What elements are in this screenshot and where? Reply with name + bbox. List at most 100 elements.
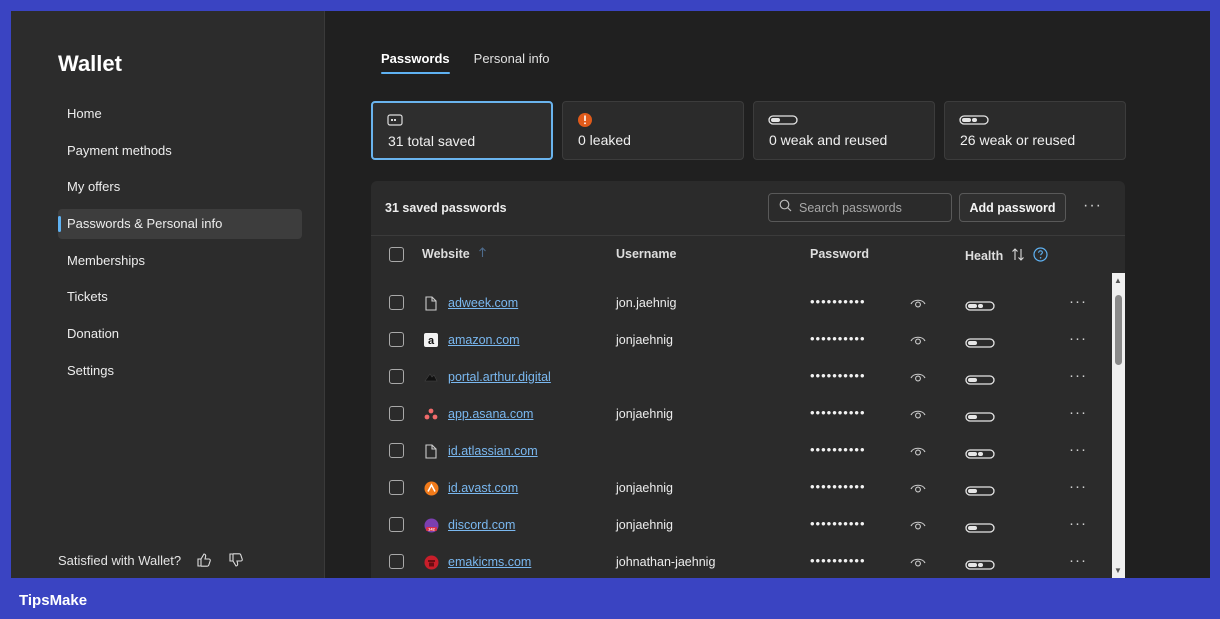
row-more-icon[interactable]: ···	[1069, 478, 1087, 495]
row-checkbox[interactable]	[389, 332, 404, 347]
column-website[interactable]: Website	[422, 247, 487, 261]
password-cell: ••••••••••	[810, 516, 866, 531]
row-checkbox[interactable]	[389, 443, 404, 458]
eye-icon[interactable]	[910, 444, 926, 462]
thumbs-down-icon[interactable]	[227, 551, 245, 569]
row-checkbox[interactable]	[389, 406, 404, 421]
card-leaked[interactable]: 0 leaked	[562, 101, 744, 160]
table-row[interactable]: app.asana.com jonjaehnig •••••••••• ···	[371, 396, 1111, 433]
eye-icon[interactable]	[910, 518, 926, 536]
health-bar-icon	[965, 557, 995, 575]
sidebar-item-payment-methods[interactable]: Payment methods	[58, 136, 302, 166]
eye-icon[interactable]	[910, 333, 926, 351]
row-checkbox[interactable]	[389, 554, 404, 569]
table-row[interactable]: id.atlassian.com •••••••••• ···	[371, 433, 1111, 470]
scroll-down-icon[interactable]: ▼	[1114, 566, 1122, 575]
avast-icon	[423, 480, 439, 496]
tab-personal-info[interactable]: Personal info	[474, 51, 550, 74]
card-weak-and-reused[interactable]: 0 weak and reused	[753, 101, 935, 160]
row-checkbox[interactable]	[389, 517, 404, 532]
search-box	[768, 193, 952, 222]
username-cell: jonjaehnig	[616, 518, 673, 532]
table-row[interactable]: emakicms.com johnathan-jaehnig •••••••••…	[371, 544, 1111, 578]
website-link[interactable]: id.avast.com	[448, 481, 518, 495]
column-health[interactable]: Health	[965, 247, 1048, 265]
card-weak-or-reused[interactable]: 26 weak or reused	[944, 101, 1126, 160]
sidebar-item-home[interactable]: Home	[58, 99, 302, 129]
column-password[interactable]: Password	[810, 247, 869, 261]
scroll-up-icon[interactable]: ▲	[1114, 276, 1122, 285]
select-all-checkbox[interactable]	[389, 247, 404, 262]
table-row[interactable]: adweek.com jon.jaehnig •••••••••• ···	[371, 285, 1111, 322]
website-link[interactable]: adweek.com	[448, 296, 518, 310]
password-cell: ••••••••••	[810, 479, 866, 494]
tab-passwords[interactable]: Passwords	[381, 51, 450, 74]
password-cell: ••••••••••	[810, 442, 866, 457]
svg-text:142: 142	[428, 526, 435, 531]
arthur-icon	[423, 369, 439, 385]
row-more-icon[interactable]: ···	[1069, 293, 1087, 310]
username-cell: jon.jaehnig	[616, 296, 677, 310]
sidebar-item-passwords[interactable]: Passwords & Personal info	[58, 209, 302, 240]
tab-bar: Passwords Personal info	[381, 51, 574, 74]
password-cell: ••••••••••	[810, 553, 866, 568]
card-total-saved[interactable]: 31 total saved	[371, 101, 553, 160]
eye-icon[interactable]	[910, 555, 926, 573]
table-row[interactable]: 142 discord.com jonjaehnig •••••••••• ··…	[371, 507, 1111, 544]
username-cell: johnathan-jaehnig	[616, 555, 716, 569]
sidebar-item-my-offers[interactable]: My offers	[58, 172, 302, 202]
thumbs-up-icon[interactable]	[195, 551, 213, 569]
table-row[interactable]: portal.arthur.digital •••••••••• ···	[371, 359, 1111, 396]
more-options-icon[interactable]: ···	[1083, 197, 1102, 215]
eye-icon[interactable]	[910, 370, 926, 388]
row-more-icon[interactable]: ···	[1069, 552, 1087, 569]
column-health-label: Health	[965, 249, 1004, 263]
password-cell: ••••••••••	[810, 294, 866, 309]
website-link[interactable]: amazon.com	[448, 333, 520, 347]
add-password-button[interactable]: Add password	[959, 193, 1066, 222]
file-icon	[423, 443, 439, 459]
strength-bar-icon	[768, 112, 798, 130]
sidebar-item-memberships[interactable]: Memberships	[58, 246, 302, 276]
panel-header: 31 saved passwords Add password ···	[371, 181, 1125, 236]
help-icon[interactable]	[1033, 247, 1048, 265]
watermark-brand: TipsMake	[19, 592, 88, 609]
strength-bar-icon	[959, 112, 989, 130]
eye-icon[interactable]	[910, 407, 926, 425]
discord-icon: 142	[423, 517, 439, 533]
eye-icon[interactable]	[910, 296, 926, 314]
row-checkbox[interactable]	[389, 480, 404, 495]
website-link[interactable]: emakicms.com	[448, 555, 531, 569]
sidebar-item-donation[interactable]: Donation	[58, 319, 302, 349]
row-more-icon[interactable]: ···	[1069, 330, 1087, 347]
scroll-thumb[interactable]	[1115, 295, 1122, 365]
row-checkbox[interactable]	[389, 369, 404, 384]
row-more-icon[interactable]: ···	[1069, 367, 1087, 384]
sidebar-item-settings[interactable]: Settings	[58, 356, 302, 386]
file-icon	[423, 295, 439, 311]
row-more-icon[interactable]: ···	[1069, 404, 1087, 421]
panel-title: 31 saved passwords	[385, 201, 507, 215]
website-link[interactable]: app.asana.com	[448, 407, 533, 421]
sort-icon[interactable]	[1011, 248, 1025, 264]
summary-cards: 31 total saved 0 leaked 0 weak and reuse…	[371, 101, 1135, 160]
table-row[interactable]: id.avast.com jonjaehnig •••••••••• ···	[371, 470, 1111, 507]
password-card-icon	[387, 113, 403, 131]
website-link[interactable]: discord.com	[448, 518, 515, 532]
website-link[interactable]: portal.arthur.digital	[448, 370, 551, 384]
row-checkbox[interactable]	[389, 295, 404, 310]
passwords-panel: 31 saved passwords Add password ··· Webs…	[371, 181, 1125, 578]
row-more-icon[interactable]: ···	[1069, 441, 1087, 458]
amazon-icon: a	[423, 332, 439, 348]
sidebar: Wallet Home Payment methods My offers Pa…	[11, 11, 325, 578]
health-bar-icon	[965, 335, 995, 353]
column-username[interactable]: Username	[616, 247, 676, 261]
eye-icon[interactable]	[910, 481, 926, 499]
row-more-icon[interactable]: ···	[1069, 515, 1087, 532]
scrollbar[interactable]: ▲ ▼	[1112, 273, 1125, 578]
sidebar-item-tickets[interactable]: Tickets	[58, 282, 302, 312]
table-row[interactable]: a amazon.com jonjaehnig •••••••••• ···	[371, 322, 1111, 359]
website-link[interactable]: id.atlassian.com	[448, 444, 538, 458]
username-cell: jonjaehnig	[616, 481, 673, 495]
search-input[interactable]	[799, 200, 939, 215]
